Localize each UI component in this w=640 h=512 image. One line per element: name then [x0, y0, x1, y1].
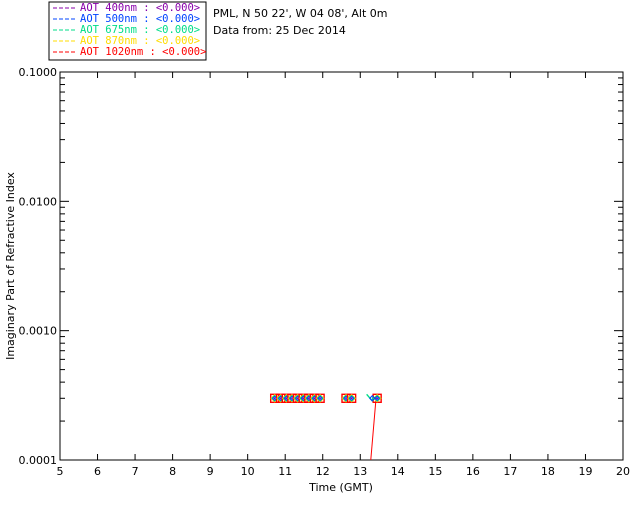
x-tick-label: 18 — [541, 465, 555, 478]
x-tick-label: 10 — [241, 465, 255, 478]
y-tick-label: 0.0100 — [19, 195, 58, 208]
x-tick-label: 16 — [466, 465, 480, 478]
x-tick-label: 14 — [391, 465, 405, 478]
y-axis-label: Imaginary Part of Refractive Index — [4, 172, 17, 360]
x-tick-label: 5 — [57, 465, 64, 478]
point-6-400nm — [307, 397, 310, 400]
x-tick-label: 20 — [616, 465, 630, 478]
x-tick-label: 13 — [353, 465, 367, 478]
point-11-400nm — [376, 397, 379, 400]
point-3-400nm — [291, 397, 293, 400]
x-tick-label: 8 — [169, 465, 176, 478]
point-7-400nm — [313, 397, 316, 400]
x-axis-label: Time (GMT) — [308, 481, 373, 494]
legend: AOT 400nm : <0.000>AOT 500nm : <0.000>AO… — [48, 1, 207, 61]
y-tick-label: 0.0010 — [19, 325, 58, 338]
chart: AOT 400nm : <0.000>AOT 500nm : <0.000>AO… — [4, 1, 630, 494]
point-1-400nm — [279, 397, 282, 400]
point-0-400nm — [273, 397, 276, 400]
x-tick-label: 12 — [316, 465, 330, 478]
point-4-400nm — [296, 397, 299, 400]
x-tick-label: 7 — [132, 465, 139, 478]
point-8-400nm — [319, 397, 322, 400]
point-10-400nm — [350, 397, 353, 400]
x-tick-label: 11 — [278, 465, 292, 478]
x-tick-label: 6 — [94, 465, 101, 478]
x-tick-label: 19 — [578, 465, 592, 478]
x-tick-label: 9 — [207, 465, 214, 478]
x-tick-label: 17 — [503, 465, 517, 478]
point-9-400nm — [345, 397, 347, 400]
date-info: Data from: 25 Dec 2014 — [213, 24, 346, 37]
site-info: PML, N 50 22', W 04 08', Alt 0m — [213, 7, 387, 20]
legend-label: AOT 1020nm : <0.000> — [80, 46, 206, 58]
y-tick-label: 0.0001 — [19, 454, 58, 467]
point-2-400nm — [285, 397, 288, 400]
point-5-400nm — [302, 397, 305, 400]
x-tick-label: 15 — [428, 465, 442, 478]
y-tick-label: 0.1000 — [19, 66, 58, 79]
